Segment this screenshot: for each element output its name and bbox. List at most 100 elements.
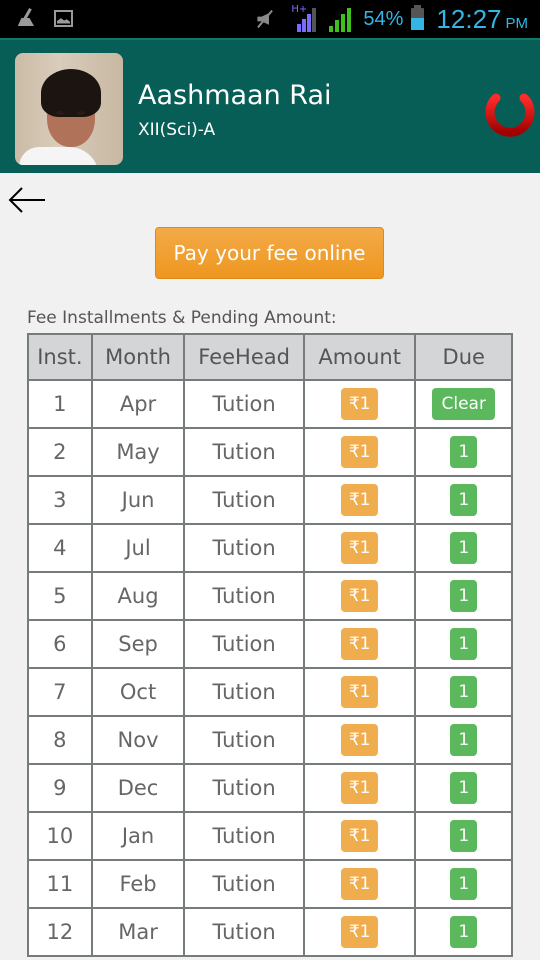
inst-cell: 7 [27, 667, 93, 717]
month-cell: Apr [90, 379, 186, 429]
clock-time: 12:27 [436, 3, 502, 34]
amount-badge: ₹1 [341, 388, 379, 420]
table-row: 9 Dec Tution ₹1 1 [27, 763, 513, 813]
fee-installments-table: Inst. Month FeeHead Amount Due 1 Apr Tutio… [27, 333, 513, 957]
amount-cell: ₹1 [302, 667, 417, 717]
amount-cell: ₹1 [302, 427, 417, 477]
cleaner-icon [14, 8, 36, 28]
table-row: 3 Jun Tution ₹1 1 [27, 475, 513, 525]
amount-cell: ₹1 [302, 571, 417, 621]
month-cell: Sep [90, 619, 186, 669]
inst-cell: 10 [27, 811, 93, 861]
due-cell: 1 [414, 475, 513, 525]
clock-ampm: PM [505, 14, 529, 32]
table-row: 2 May Tution ₹1 1 [27, 427, 513, 477]
table-row: 7 Oct Tution ₹1 1 [27, 667, 513, 717]
battery-icon [411, 5, 425, 30]
signal-hplus-icon: H+ [291, 4, 319, 32]
month-cell: Nov [90, 715, 186, 765]
feehead-cell: Tution [183, 715, 305, 765]
inst-cell: 1 [27, 379, 93, 429]
due-badge: 1 [450, 772, 478, 804]
inst-cell: 9 [27, 763, 93, 813]
column-header-month: Month [90, 333, 186, 381]
due-badge: 1 [450, 916, 478, 948]
battery-percent: 54% [363, 7, 404, 30]
column-header-feehead: FeeHead [183, 333, 305, 381]
amount-badge: ₹1 [341, 532, 379, 564]
feehead-cell: Tution [183, 619, 305, 669]
feehead-cell: Tution [183, 763, 305, 813]
amount-badge: ₹1 [341, 916, 379, 948]
amount-badge: ₹1 [341, 436, 379, 468]
back-arrow-icon[interactable] [8, 186, 46, 214]
month-cell: Jun [90, 475, 186, 525]
due-cell: 1 [414, 667, 513, 717]
column-header-amount: Amount [302, 333, 417, 381]
due-badge: 1 [450, 484, 478, 516]
feehead-cell: Tution [183, 571, 305, 621]
due-cell: Clear [414, 379, 513, 429]
amount-badge: ₹1 [341, 676, 379, 708]
table-header-row: Inst. Month FeeHead Amount Due [27, 333, 513, 381]
power-icon[interactable] [480, 82, 540, 140]
month-cell: Dec [90, 763, 186, 813]
amount-cell: ₹1 [302, 763, 417, 813]
inst-cell: 11 [27, 859, 93, 909]
pay-fee-online-button[interactable]: Pay your fee online [155, 227, 384, 279]
due-badge: 1 [450, 436, 478, 468]
due-cell: 1 [414, 715, 513, 765]
inst-cell: 5 [27, 571, 93, 621]
due-cell: 1 [414, 619, 513, 669]
avatar [15, 53, 123, 165]
amount-cell: ₹1 [302, 523, 417, 573]
amount-cell: ₹1 [302, 859, 417, 909]
column-header-inst: Inst. [27, 333, 93, 381]
amount-badge: ₹1 [341, 820, 379, 852]
due-cell: 1 [414, 859, 513, 909]
inst-cell: 2 [27, 427, 93, 477]
month-cell: Feb [90, 859, 186, 909]
table-row: 11 Feb Tution ₹1 1 [27, 859, 513, 909]
due-cell: 1 [414, 523, 513, 573]
table-row: 1 Apr Tution ₹1 Clear [27, 379, 513, 429]
column-header-due: Due [414, 333, 513, 381]
status-bar: H+ 54% 12:27 PM [0, 0, 540, 38]
due-badge: 1 [450, 580, 478, 612]
table-row: 4 Jul Tution ₹1 1 [27, 523, 513, 573]
due-badge: Clear [432, 388, 496, 420]
feehead-cell: Tution [183, 667, 305, 717]
month-cell: Aug [90, 571, 186, 621]
amount-cell: ₹1 [302, 379, 417, 429]
inst-cell: 12 [27, 907, 93, 957]
due-cell: 1 [414, 427, 513, 477]
feehead-cell: Tution [183, 907, 305, 957]
table-row: 5 Aug Tution ₹1 1 [27, 571, 513, 621]
inst-cell: 3 [27, 475, 93, 525]
amount-cell: ₹1 [302, 907, 417, 957]
due-badge: 1 [450, 532, 478, 564]
amount-badge: ₹1 [341, 868, 379, 900]
profile-header: Aashmaan Rai XII(Sci)-A [0, 38, 540, 173]
amount-badge: ₹1 [341, 580, 379, 612]
due-cell: 1 [414, 811, 513, 861]
gallery-icon [54, 9, 73, 27]
amount-badge: ₹1 [341, 772, 379, 804]
feehead-cell: Tution [183, 475, 305, 525]
table-row: 8 Nov Tution ₹1 1 [27, 715, 513, 765]
inst-cell: 4 [27, 523, 93, 573]
amount-badge: ₹1 [341, 724, 379, 756]
fee-table-caption: Fee Installments & Pending Amount: [27, 308, 337, 328]
feehead-cell: Tution [183, 523, 305, 573]
month-cell: Jul [90, 523, 186, 573]
amount-cell: ₹1 [302, 619, 417, 669]
table-row: 12 Mar Tution ₹1 1 [27, 907, 513, 957]
amount-cell: ₹1 [302, 811, 417, 861]
student-class: XII(Sci)-A [138, 120, 216, 140]
signal-icon [327, 6, 353, 32]
feehead-cell: Tution [183, 379, 305, 429]
mute-icon [255, 9, 275, 29]
network-type-label: H+ [291, 4, 308, 15]
student-name: Aashmaan Rai [138, 80, 332, 111]
table-row: 10 Jan Tution ₹1 1 [27, 811, 513, 861]
